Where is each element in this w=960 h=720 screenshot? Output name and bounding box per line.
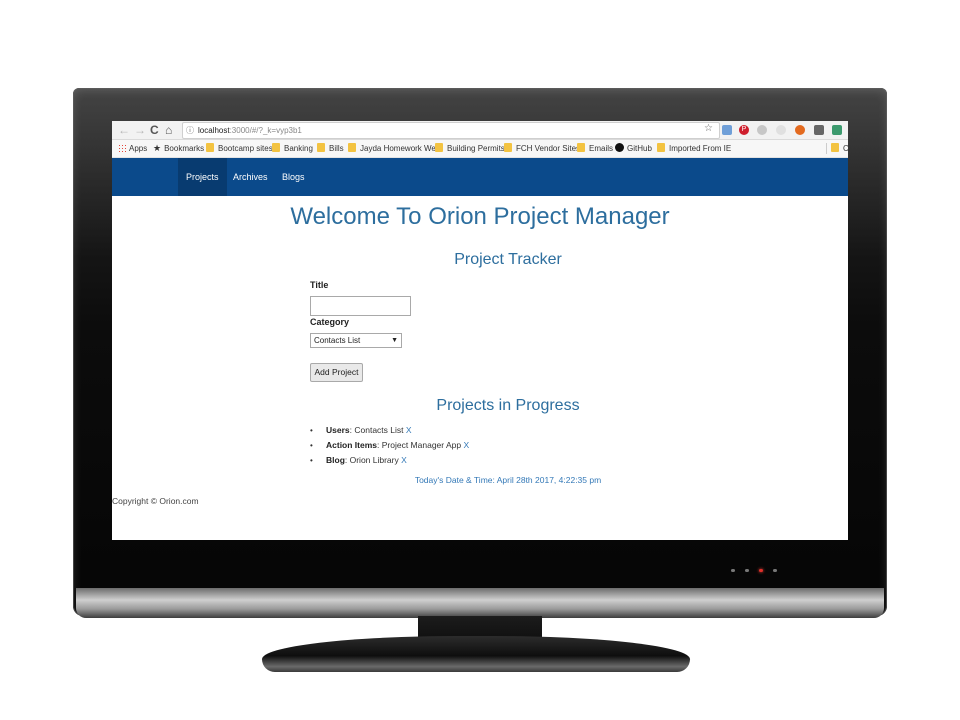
project-list-item: • Action Items: Project Manager App X <box>310 438 469 453</box>
extension-icon[interactable] <box>757 125 767 135</box>
bookmark-folder[interactable]: Imported From IE <box>657 143 731 154</box>
bookmark-folder[interactable]: Banking <box>272 143 313 154</box>
dropdown-arrow-icon: ▼ <box>391 337 398 344</box>
bookmarks-bar: Apps ★ Bookmarks Bootcamp sites Banking B… <box>112 140 848 158</box>
bookmark-folder[interactable]: Bills <box>317 143 344 154</box>
bullet-icon: • <box>310 441 313 450</box>
extension-icon[interactable] <box>832 125 842 135</box>
page-title: Welcome To Orion Project Manager <box>290 203 670 230</box>
back-arrow-icon[interactable]: ← <box>118 122 130 138</box>
project-category: : Orion Library <box>344 455 402 465</box>
monitor-led <box>773 569 777 572</box>
url-host: localhost <box>198 126 230 135</box>
folder-icon <box>272 143 280 152</box>
project-list-item: • Users: Contacts List X <box>310 423 469 438</box>
bookmark-folder[interactable]: Jayda Homework Wel <box>348 143 438 154</box>
extension-icon[interactable] <box>814 125 824 135</box>
nav-blogs-link[interactable]: Blogs <box>274 158 313 196</box>
bookmark-folder[interactable]: Emails <box>577 143 613 154</box>
star-icon: ★ <box>153 143 162 153</box>
info-icon: ⓘ <box>186 126 194 135</box>
category-label: Category <box>310 317 350 327</box>
project-name: Blog <box>326 455 345 465</box>
footer-copyright: Copyright © Orion.com <box>112 496 199 506</box>
apps-grid-icon <box>118 144 126 152</box>
extension-icon[interactable] <box>722 125 732 135</box>
category-select[interactable]: Contacts List ▼ <box>310 333 402 348</box>
add-project-button[interactable]: Add Project <box>310 363 363 382</box>
current-datetime: Today's Date & Time: April 28th 2017, 4:… <box>414 475 602 485</box>
bookmark-folder[interactable]: Bootcamp sites <box>206 143 273 154</box>
bookmark-folder[interactable]: Building Permits <box>435 143 505 154</box>
home-icon[interactable]: ⌂ <box>165 122 172 138</box>
folder-icon <box>206 143 214 152</box>
bullet-icon: • <box>310 426 313 435</box>
project-name: Users <box>326 425 350 435</box>
bookmark-github[interactable]: GitHub <box>615 143 652 154</box>
title-label: Title <box>310 280 329 290</box>
bookmark-star-icon[interactable]: ☆ <box>704 121 713 137</box>
address-bar[interactable]: ⓘ localhost:3000/#/?_k=vyp3b1 <box>182 122 720 139</box>
github-icon <box>615 143 624 152</box>
folder-icon <box>435 143 443 152</box>
monitor-screen: ← → C ⌂ ⓘ localhost:3000/#/?_k=vyp3b1 ☆ … <box>112 121 848 540</box>
url-path: :3000/#/?_k=vyp3b1 <box>229 126 302 135</box>
monitor-stand-base <box>262 636 690 672</box>
reload-icon[interactable]: C <box>150 122 159 138</box>
title-input[interactable] <box>310 296 411 316</box>
bookmark-apps[interactable]: Apps <box>118 143 147 154</box>
projects-in-progress-heading: Projects in Progress <box>436 397 580 414</box>
browser-toolbar: ← → C ⌂ ⓘ localhost:3000/#/?_k=vyp3b1 ☆ … <box>112 121 848 140</box>
folder-icon <box>348 143 356 152</box>
nav-archives-link[interactable]: Archives <box>225 158 276 196</box>
category-selected-value: Contacts List <box>314 336 361 345</box>
folder-icon <box>317 143 325 152</box>
project-name: Action Items <box>326 440 378 450</box>
project-category: : Contacts List <box>349 425 406 435</box>
projects-list: • Users: Contacts List X • Action Items:… <box>310 423 469 468</box>
extension-icon[interactable] <box>776 125 786 135</box>
project-tracker-heading: Project Tracker <box>454 251 562 268</box>
power-led <box>759 569 763 572</box>
project-list-item: • Blog: Orion Library X <box>310 453 469 468</box>
bookmark-folder[interactable]: FCH Vendor Sites <box>504 143 580 154</box>
pinterest-icon[interactable]: P <box>739 125 749 135</box>
extension-icon[interactable] <box>795 125 805 135</box>
bullet-icon: • <box>310 456 313 465</box>
delete-project-link[interactable]: X <box>401 455 407 465</box>
folder-icon <box>504 143 512 152</box>
folder-icon <box>577 143 585 152</box>
folder-icon <box>831 143 839 152</box>
delete-project-link[interactable]: X <box>406 425 412 435</box>
project-category: : Project Manager App <box>377 440 464 450</box>
delete-project-link[interactable]: X <box>463 440 469 450</box>
monitor-led <box>745 569 749 572</box>
app-navbar: Projects Archives Blogs <box>112 158 848 196</box>
bookmark-folder[interactable]: C <box>826 143 848 154</box>
bookmark-bookmarks[interactable]: ★ Bookmarks <box>153 143 204 154</box>
forward-arrow-icon[interactable]: → <box>134 122 146 138</box>
monitor-led <box>731 569 735 572</box>
folder-icon <box>657 143 665 152</box>
nav-projects-link[interactable]: Projects <box>178 158 227 196</box>
monitor-trim <box>76 588 884 618</box>
